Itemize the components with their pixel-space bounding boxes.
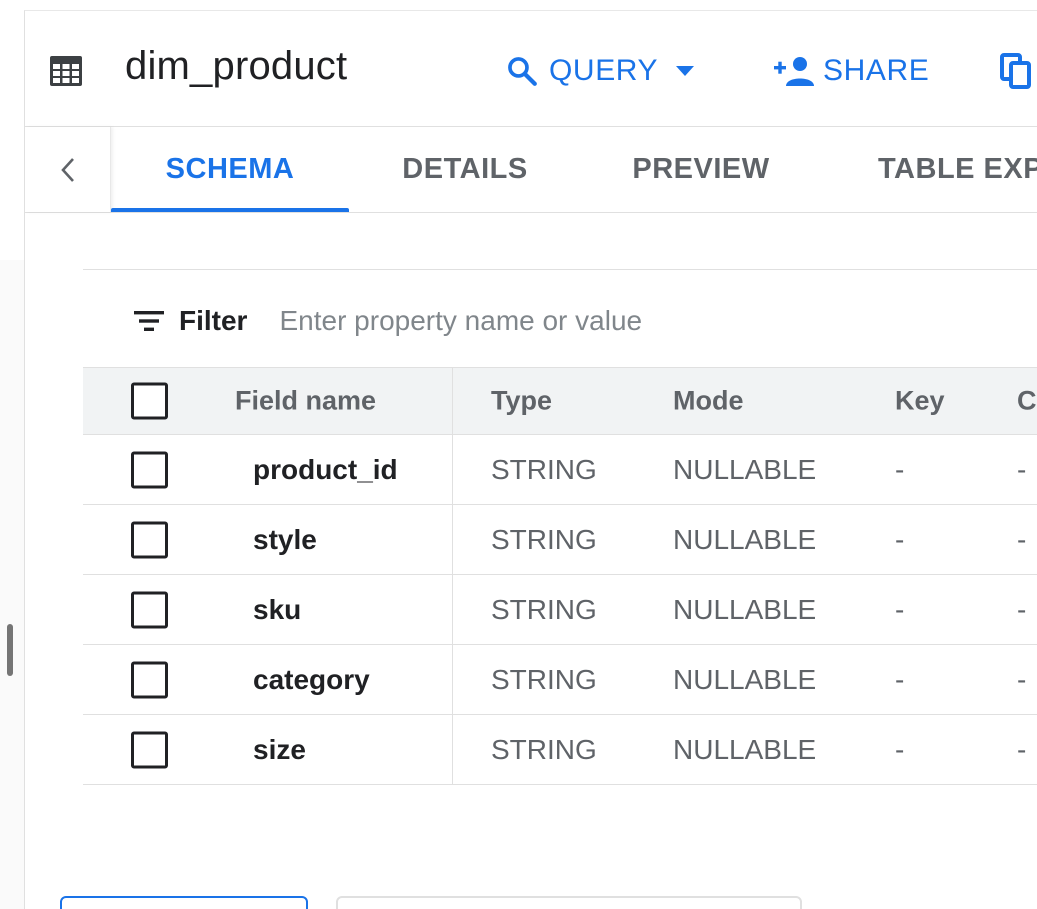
filter-input[interactable] — [279, 305, 880, 337]
search-icon — [508, 57, 537, 86]
filter-bar: Filter — [83, 291, 1037, 351]
column-divider — [452, 715, 453, 784]
row-checkbox[interactable] — [131, 451, 168, 488]
field-name: style — [253, 523, 317, 555]
left-panel-edge — [0, 260, 24, 909]
column-header-field-name[interactable]: Field name — [235, 386, 376, 417]
tab-bar: SCHEMA DETAILS PREVIEW TABLE EXP — [25, 127, 1037, 213]
field-key: - — [895, 523, 905, 555]
column-divider — [452, 368, 453, 434]
column-divider — [452, 505, 453, 574]
field-name: category — [253, 663, 370, 695]
tab-table-explorer[interactable]: TABLE EXP — [878, 127, 1037, 212]
column-header-mode[interactable]: Mode — [673, 386, 744, 417]
column-header-collation[interactable]: C — [1017, 386, 1037, 417]
copy-button[interactable] — [1000, 49, 1034, 93]
active-tab-indicator — [111, 208, 349, 212]
panel-resize-handle[interactable] — [7, 624, 13, 676]
field-name: sku — [253, 593, 302, 625]
tab-preview[interactable]: PREVIEW — [601, 127, 801, 212]
column-header-type[interactable]: Type — [491, 386, 552, 417]
table-row: sku STRING NULLABLE - - — [83, 575, 1037, 645]
filter-lines-icon — [134, 311, 164, 331]
field-name: size — [253, 733, 306, 765]
field-collation: - — [1017, 453, 1027, 485]
table-grid-icon — [50, 56, 82, 86]
tab-details[interactable]: DETAILS — [365, 127, 565, 212]
field-key: - — [895, 733, 905, 765]
field-collation: - — [1017, 523, 1027, 555]
edit-schema-button[interactable] — [60, 896, 308, 909]
tabs-scroll-left-button[interactable] — [25, 127, 111, 212]
table-row: style STRING NULLABLE - - — [83, 505, 1037, 575]
row-checkbox[interactable] — [131, 591, 168, 628]
field-mode: NULLABLE — [673, 453, 817, 485]
field-type: STRING — [491, 663, 597, 695]
field-mode: NULLABLE — [673, 663, 817, 695]
schema-table: Field name Type Mode Key C product_id ST… — [83, 367, 1037, 785]
view-row-access-policies-button[interactable] — [336, 896, 802, 909]
field-collation: - — [1017, 733, 1027, 765]
field-type: STRING — [491, 593, 597, 625]
share-button[interactable]: SHARE — [773, 49, 929, 93]
caret-down-icon — [676, 66, 695, 76]
row-checkbox[interactable] — [131, 661, 168, 698]
field-mode: NULLABLE — [673, 523, 817, 555]
field-type: STRING — [491, 733, 597, 765]
table-row: product_id STRING NULLABLE - - — [83, 435, 1037, 505]
copy-icon — [1000, 53, 1031, 89]
column-header-key[interactable]: Key — [895, 386, 945, 417]
field-key: - — [895, 453, 905, 485]
field-mode: NULLABLE — [673, 733, 817, 765]
table-header-row: Field name Type Mode Key C — [83, 367, 1037, 435]
table-row: category STRING NULLABLE - - — [83, 645, 1037, 715]
field-name: product_id — [253, 453, 398, 485]
field-type: STRING — [491, 453, 597, 485]
row-checkbox[interactable] — [131, 731, 168, 768]
column-divider — [452, 435, 453, 504]
panel-header: dim_product QUERY SHARE — [25, 11, 1037, 127]
table-row: size STRING NULLABLE - - — [83, 715, 1037, 785]
query-button-label: QUERY — [549, 54, 659, 87]
field-type: STRING — [491, 523, 597, 555]
chevron-left-icon — [60, 157, 74, 182]
share-button-label: SHARE — [823, 54, 930, 87]
field-collation: - — [1017, 663, 1027, 695]
table-details-panel: dim_product QUERY SHARE SCHEMA DETAILS P… — [24, 10, 1037, 909]
select-all-checkbox[interactable] — [131, 382, 168, 420]
table-title: dim_product — [125, 44, 348, 88]
row-checkbox[interactable] — [131, 521, 168, 558]
field-key: - — [895, 663, 905, 695]
filter-label: Filter — [179, 305, 248, 336]
field-key: - — [895, 593, 905, 625]
query-button[interactable]: QUERY — [505, 49, 696, 93]
column-divider — [452, 575, 453, 644]
person-add-icon — [774, 57, 814, 86]
field-collation: - — [1017, 593, 1027, 625]
column-divider — [452, 645, 453, 714]
field-mode: NULLABLE — [673, 593, 817, 625]
divider — [83, 269, 1037, 270]
tab-schema[interactable]: SCHEMA — [111, 127, 349, 212]
